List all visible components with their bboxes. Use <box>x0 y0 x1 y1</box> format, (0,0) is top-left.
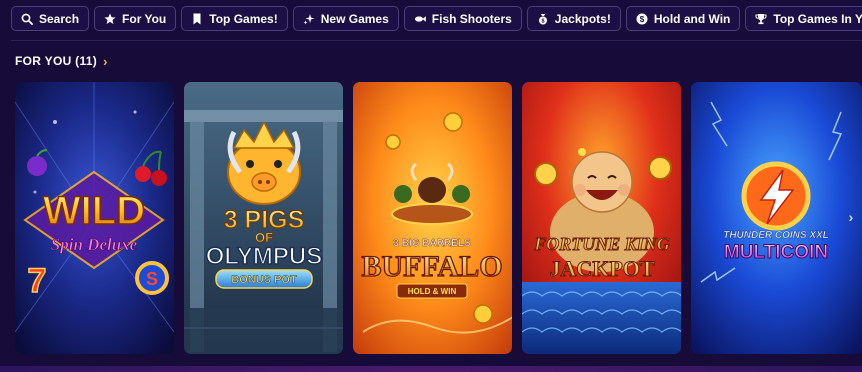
filter-top-games-state-button[interactable]: Top Games In Your State <box>745 6 862 31</box>
game-card-3-big-barrels-buffalo[interactable]: 3 BIG BARRELS BUFFALO HOLD & WIN <box>353 82 512 354</box>
filter-new-games-button[interactable]: New Games <box>292 6 399 31</box>
svg-text:$: $ <box>541 18 544 24</box>
filter-label: Fish Shooters <box>431 11 512 26</box>
filter-label: New Games <box>320 11 389 26</box>
header-divider <box>11 40 862 41</box>
category-filter-bar: Search For You Top Games! New Games Fish… <box>11 6 862 31</box>
svg-text:S: S <box>146 269 158 289</box>
game-card-thunder-coins-multicoin[interactable]: THUNDER COINS XXL MULTICOIN › <box>691 82 862 354</box>
game-artwork: 3 PIGS OF OLYMPUS BONUS POT <box>184 82 343 354</box>
svg-text:7: 7 <box>28 262 47 300</box>
game-logo-line1: 3 BIG BARRELS <box>393 238 471 249</box>
filter-top-games-button[interactable]: Top Games! <box>181 6 288 31</box>
game-logo-line3: OLYMPUS <box>206 243 322 270</box>
next-row-edge <box>0 366 862 372</box>
filter-label: Top Games In Your State <box>773 11 862 26</box>
game-logo-line1: THUNDER COINS XXL <box>723 230 829 241</box>
fish-icon <box>414 13 426 25</box>
game-logo-line1: WILD <box>43 189 145 233</box>
game-logo-line2: Spin Deluxe <box>51 235 138 254</box>
game-carousel: WILD Spin Deluxe 7 S 3 PIGS OF OLYMPUS B… <box>15 82 862 354</box>
filter-label: Search <box>39 11 80 26</box>
game-logo-line2: BUFFALO <box>361 250 502 283</box>
game-artwork: 3 BIG BARRELS BUFFALO HOLD & WIN <box>353 82 512 354</box>
sparkle-icon <box>303 13 315 25</box>
chevron-right-icon[interactable]: › <box>849 209 854 225</box>
game-logo-line2: JACKPOT <box>549 256 654 281</box>
moneybag-icon: $ <box>537 13 549 25</box>
game-artwork: FORTUNE KING JACKPOT <box>522 82 681 354</box>
game-card-3-pigs-of-olympus[interactable]: 3 PIGS OF OLYMPUS BONUS POT <box>184 82 343 354</box>
game-card-fortune-king-jackpot[interactable]: FORTUNE KING JACKPOT <box>522 82 681 354</box>
star-icon <box>104 13 116 25</box>
dollar-coin-icon: $ <box>636 13 648 25</box>
filter-hold-and-win-button[interactable]: $ Hold and Win <box>625 6 741 31</box>
svg-text:$: $ <box>640 15 645 24</box>
game-artwork: THUNDER COINS XXL MULTICOIN › <box>691 82 862 354</box>
game-artwork: WILD Spin Deluxe 7 S <box>15 82 174 354</box>
game-logo-line2: MULTICOIN <box>724 242 828 263</box>
filter-label: For You <box>122 11 167 26</box>
bookmark-icon <box>191 13 203 25</box>
filter-fish-shooters-button[interactable]: Fish Shooters <box>403 6 522 31</box>
game-logo-line4: BONUS POT <box>231 274 297 286</box>
filter-jackpots-button[interactable]: $ Jackpots! <box>526 6 621 31</box>
game-card-wild-spin-deluxe[interactable]: WILD Spin Deluxe 7 S <box>15 82 174 354</box>
section-title: FOR YOU (11) <box>15 54 98 68</box>
chevron-right-icon: › <box>103 53 108 69</box>
filter-label: Jackpots! <box>554 11 611 26</box>
filter-search-button[interactable]: Search <box>11 6 90 31</box>
search-icon <box>21 13 33 25</box>
filter-label: Top Games! <box>209 11 278 26</box>
game-logo-line3: HOLD & WIN <box>408 287 457 296</box>
section-header-for-you[interactable]: FOR YOU (11) › <box>15 53 108 69</box>
filter-for-you-button[interactable]: For You <box>94 6 177 31</box>
game-logo-line1: FORTUNE KING <box>533 234 670 254</box>
trophy-icon <box>755 13 767 25</box>
filter-label: Hold and Win <box>653 11 731 26</box>
